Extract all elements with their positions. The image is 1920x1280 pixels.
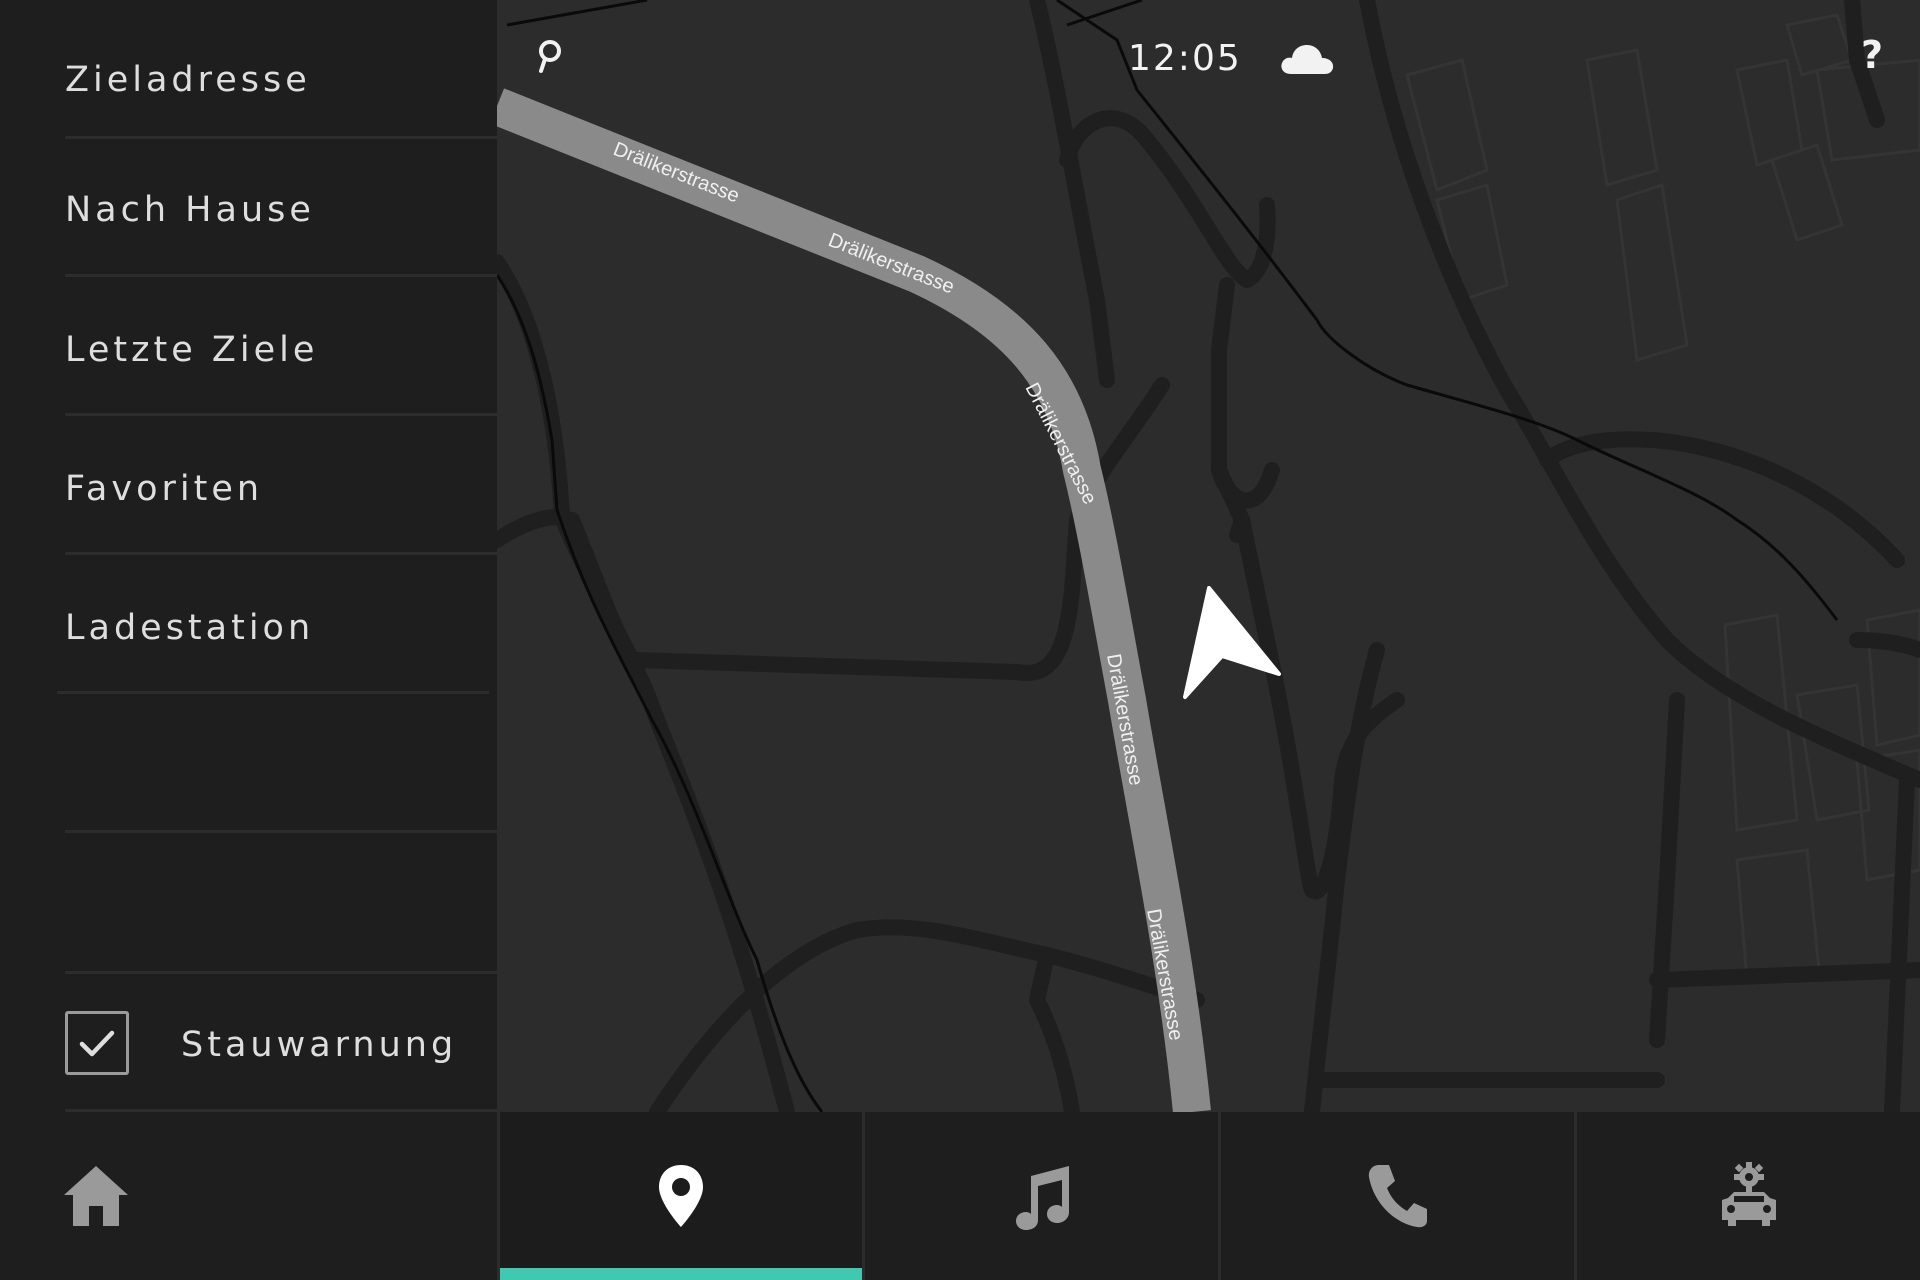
menu-item-home[interactable]: Nach Hause <box>65 180 315 240</box>
menu-divider <box>65 413 497 416</box>
menu-item-destination-address[interactable]: Zieladresse <box>65 50 311 110</box>
infotainment-screen: Zieladresse Nach Hause Letzte Ziele Favo… <box>0 0 1920 1280</box>
tab-home[interactable] <box>0 1112 500 1280</box>
menu-item-charging-station[interactable]: Ladestation <box>65 598 314 658</box>
phone-icon <box>1368 1165 1427 1228</box>
navigation-menu: Zieladresse Nach Hause Letzte Ziele Favo… <box>0 0 497 1112</box>
traffic-warning-checkbox[interactable] <box>65 1011 129 1075</box>
clock: 12:05 <box>1128 37 1242 79</box>
music-note-icon <box>1015 1166 1069 1230</box>
menu-divider <box>65 552 497 555</box>
tab-navigation[interactable] <box>500 1112 862 1280</box>
checkmark-icon <box>79 1030 115 1057</box>
map-canvas: Drälikerstrasse Drälikerstrasse Dräliker… <box>497 0 1920 1112</box>
home-icon <box>64 1166 128 1226</box>
bottom-navigation <box>0 1112 1920 1280</box>
traffic-warning-label: Stauwarnung <box>181 1025 458 1065</box>
menu-divider <box>65 136 497 139</box>
location-pin-icon <box>659 1165 703 1227</box>
menu-divider <box>65 971 497 974</box>
minor-roads <box>497 0 1920 1112</box>
menu-divider <box>65 830 497 833</box>
menu-divider <box>65 274 497 277</box>
map-view[interactable]: Drälikerstrasse Drälikerstrasse Dräliker… <box>497 0 1920 1112</box>
tab-vehicle-settings[interactable] <box>1577 1112 1920 1280</box>
menu-item-favorites[interactable]: Favoriten <box>65 459 263 519</box>
tab-media[interactable] <box>865 1112 1218 1280</box>
tab-phone[interactable] <box>1221 1112 1574 1280</box>
car-settings-icon <box>1721 1162 1776 1226</box>
help-button[interactable]: ? <box>1852 28 1892 82</box>
active-tab-indicator <box>500 1268 862 1280</box>
menu-divider <box>57 691 489 694</box>
search-icon[interactable] <box>530 36 570 76</box>
cloud-icon <box>1277 38 1337 78</box>
menu-item-recent-destinations[interactable]: Letzte Ziele <box>65 320 318 380</box>
